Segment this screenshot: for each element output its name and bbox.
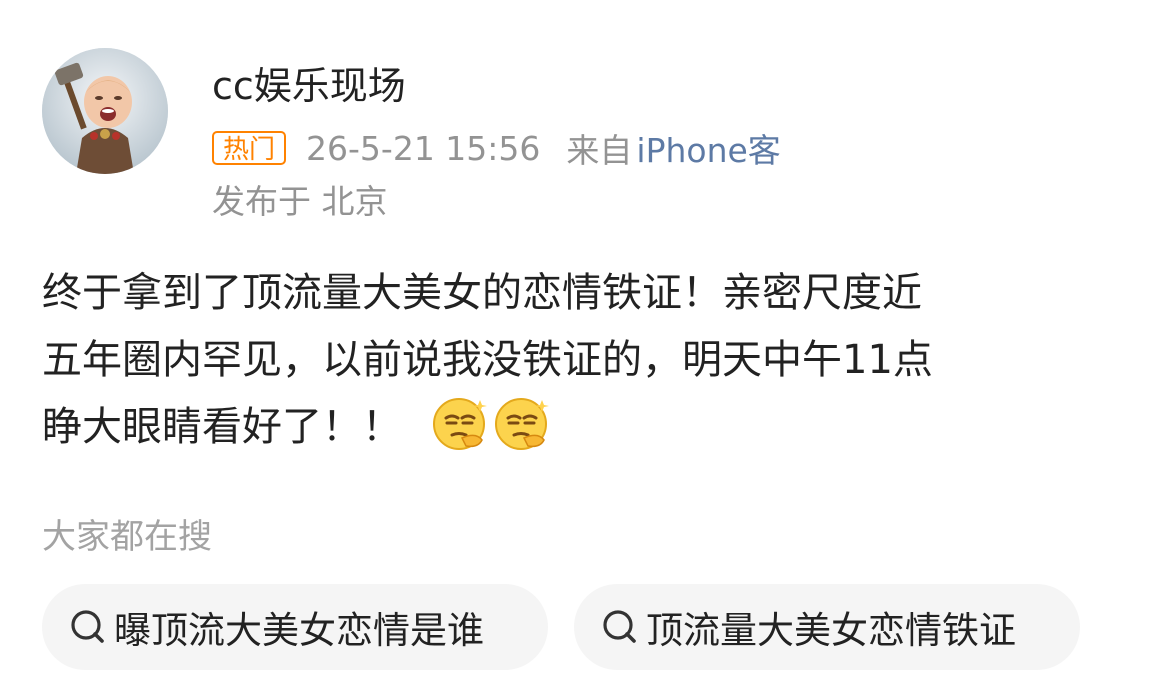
search-suggestion-chip[interactable]: 曝顶流大美女恋情是谁 xyxy=(42,584,548,670)
search-icon xyxy=(71,610,104,643)
trending-search-heading: 大家都在搜 xyxy=(42,517,212,557)
smirk-emoji-icon xyxy=(432,394,490,452)
post-timestamp: 26-5-21 15:56 xyxy=(306,128,541,168)
source-prefix: 来自 xyxy=(566,131,633,170)
post-meta-row: 热门 26-5-21 15:56 来自 iPhone客 xyxy=(212,126,852,170)
post-content-line: 终于拿到了顶流量大美女的恋情铁证！亲密尺度近 xyxy=(42,270,922,316)
weibo-post-card: cc娱乐现场 热门 26-5-21 15:56 来自 iPhone客 发布于 北… xyxy=(0,0,1170,690)
post-location: 发布于 北京 xyxy=(212,182,388,221)
post-content-line: 五年圈内罕见，以前说我没铁证的，明天中午11点 xyxy=(42,337,933,383)
source-client-link[interactable]: iPhone客 xyxy=(636,126,780,170)
avatar-icon xyxy=(42,48,168,174)
search-icon xyxy=(603,610,636,643)
post-content: 终于拿到了顶流量大美女的恋情铁证！亲密尺度近 五年圈内罕见，以前说我没铁证的，明… xyxy=(42,260,1142,461)
post-content-text: 睁大眼睛看好了！！ xyxy=(42,404,402,450)
smirk-emoji-icon xyxy=(494,394,552,452)
search-suggestion-label: 曝顶流大美女恋情是谁 xyxy=(114,609,484,652)
author-avatar[interactable] xyxy=(42,48,168,174)
search-suggestion-label: 顶流量大美女恋情铁证 xyxy=(646,609,1016,652)
post-content-line-last: 睁大眼睛看好了！！ xyxy=(42,394,1142,461)
hot-badge: 热门 xyxy=(212,131,287,165)
meta-fade-overlay xyxy=(792,126,852,170)
author-name[interactable]: cc娱乐现场 xyxy=(212,60,406,112)
search-suggestion-chip[interactable]: 顶流量大美女恋情铁证 xyxy=(574,584,1080,670)
